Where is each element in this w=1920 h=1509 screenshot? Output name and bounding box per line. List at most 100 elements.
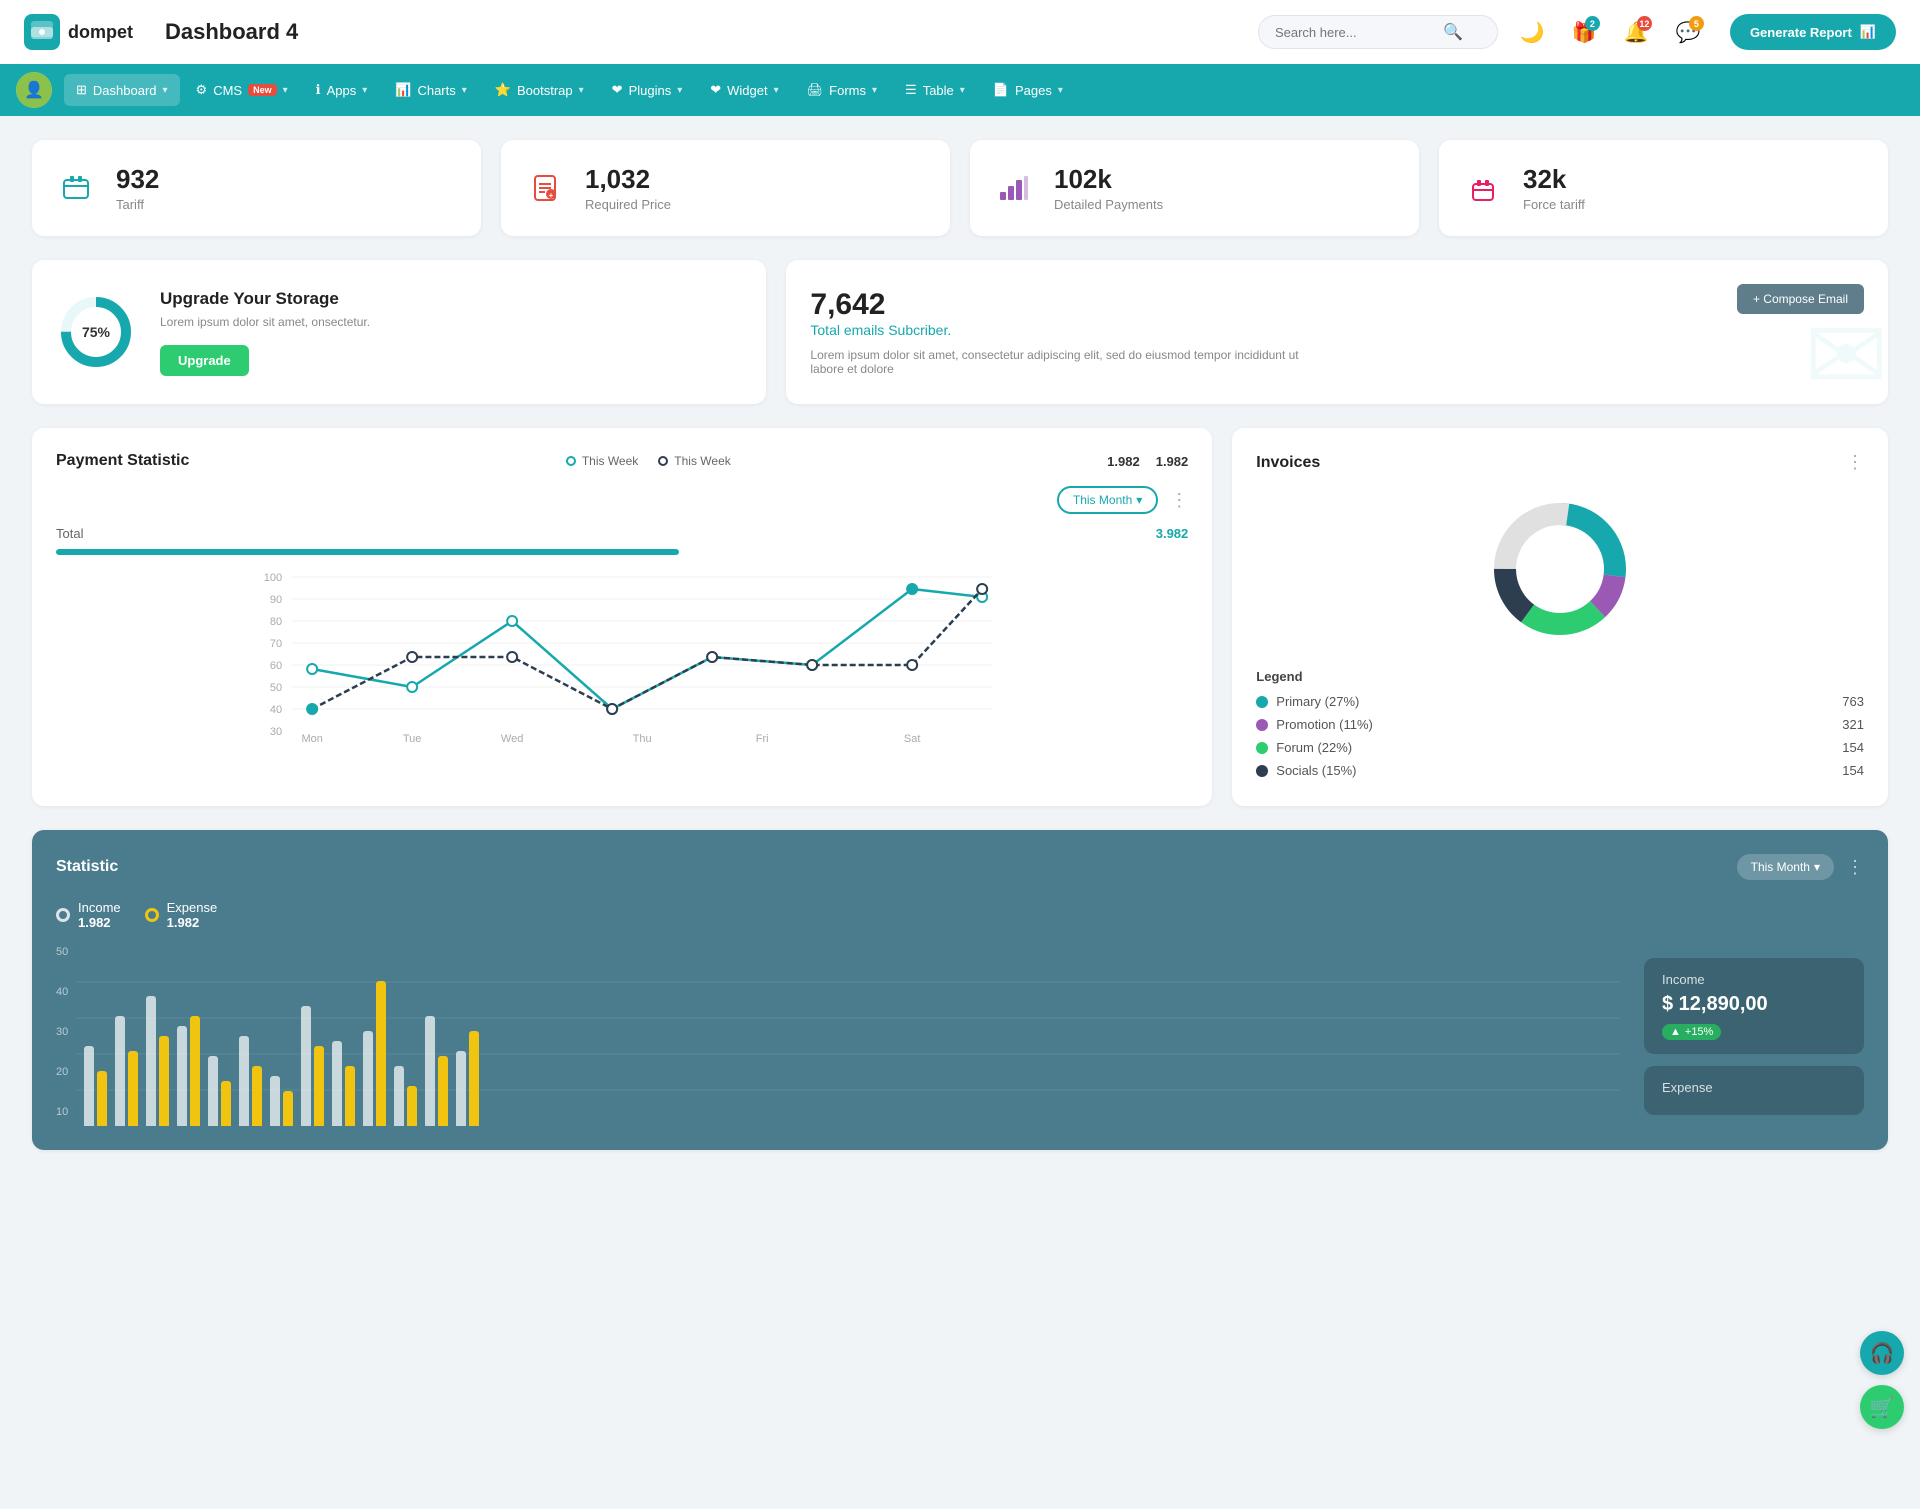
chat-icon-btn[interactable]: 💬 5 bbox=[1670, 14, 1706, 50]
bar-group-13 bbox=[456, 1031, 479, 1126]
bar-white-7 bbox=[270, 1076, 280, 1126]
storage-info: Upgrade Your Storage Lorem ipsum dolor s… bbox=[160, 289, 370, 376]
bar-white-5 bbox=[208, 1056, 218, 1126]
nav-apps-label: Apps bbox=[327, 83, 357, 98]
svg-text:90: 90 bbox=[270, 594, 282, 606]
gift-icon-btn[interactable]: 🎁 2 bbox=[1566, 14, 1602, 50]
bar-group-2 bbox=[115, 1016, 138, 1126]
bar-yellow-13 bbox=[469, 1031, 479, 1126]
svg-text:60: 60 bbox=[270, 660, 282, 672]
socials-label: Socials (15%) bbox=[1276, 763, 1356, 778]
bar-groups bbox=[76, 946, 1620, 1126]
row2-grid: 75% Upgrade Your Storage Lorem ipsum dol… bbox=[32, 260, 1888, 404]
svg-text:Wed: Wed bbox=[501, 733, 523, 745]
logo-name: dompet bbox=[68, 22, 133, 43]
bar-group-4 bbox=[177, 1016, 200, 1126]
more-options-icon[interactable]: ⋮ bbox=[1170, 490, 1188, 511]
stat-card-payments-info: 102k Detailed Payments bbox=[1054, 164, 1163, 212]
main-content: 932 Tariff + 1,032 Required Price bbox=[0, 116, 1920, 1174]
payment-statistic-card: Payment Statistic This Week This Week 1.… bbox=[32, 428, 1212, 806]
y-label-20: 20 bbox=[56, 1066, 68, 1078]
statistic-filter-label: This Month bbox=[1751, 860, 1810, 874]
bar-white-8 bbox=[301, 1006, 311, 1126]
income-box-value: $ 12,890,00 bbox=[1662, 993, 1846, 1016]
price-icon: + bbox=[521, 164, 569, 212]
nav-bootstrap-label: Bootstrap bbox=[517, 83, 573, 98]
y-label-30: 30 bbox=[56, 1026, 68, 1038]
stat-card-force-info: 32k Force tariff bbox=[1523, 164, 1585, 212]
stat-card-tariff-info: 932 Tariff bbox=[116, 164, 159, 212]
search-input[interactable] bbox=[1275, 25, 1435, 40]
legend1-value: 1.982 bbox=[1107, 454, 1140, 469]
stat-card-force: 32k Force tariff bbox=[1439, 140, 1888, 236]
stat-card-payments: 102k Detailed Payments bbox=[970, 140, 1419, 236]
bar-chart-area bbox=[76, 946, 1620, 1126]
nav-item-forms[interactable]: 🖨 Forms ▾ bbox=[795, 74, 889, 106]
nav-item-table[interactable]: ☰ Table ▾ bbox=[893, 74, 977, 106]
invoices-legend-title: Legend bbox=[1256, 669, 1864, 684]
email-description: Lorem ipsum dolor sit amet, consectetur … bbox=[810, 348, 1310, 376]
nav-item-pages[interactable]: 📄 Pages ▾ bbox=[981, 74, 1075, 106]
bar-yellow-11 bbox=[407, 1086, 417, 1126]
tariff-icon bbox=[52, 164, 100, 212]
invoices-legend-list: Primary (27%) 763 Promotion (11%) 321 Fo… bbox=[1256, 690, 1864, 782]
legend-dot-dark bbox=[658, 456, 668, 466]
nav-item-plugins[interactable]: ❤ Plugins ▾ bbox=[600, 74, 695, 106]
filter-chevron: ▾ bbox=[1136, 493, 1142, 507]
bar-group-5 bbox=[208, 1056, 231, 1126]
bar-chart-content bbox=[76, 946, 1620, 1126]
bar-yellow-9 bbox=[345, 1066, 355, 1126]
nav-dashboard-label: Dashboard bbox=[93, 83, 157, 98]
expense-label: Expense bbox=[167, 900, 218, 915]
bar-white-9 bbox=[332, 1041, 342, 1126]
this-month-filter[interactable]: This Month ▾ bbox=[1057, 486, 1158, 514]
nav-item-dashboard[interactable]: ⊞ Dashboard ▾ bbox=[64, 74, 180, 106]
nav-item-apps[interactable]: ℹ Apps ▾ bbox=[304, 74, 380, 106]
statistic-more-icon[interactable]: ⋮ bbox=[1846, 857, 1864, 878]
cart-float-button[interactable]: 🛒 bbox=[1860, 1385, 1904, 1429]
bar-white-6 bbox=[239, 1036, 249, 1126]
primary-color-dot bbox=[1256, 696, 1268, 708]
bar-white-2 bbox=[115, 1016, 125, 1126]
support-float-button[interactable]: 🎧 bbox=[1860, 1331, 1904, 1375]
nav-item-charts[interactable]: 📊 Charts ▾ bbox=[383, 74, 479, 106]
stat-cards-grid: 932 Tariff + 1,032 Required Price bbox=[32, 140, 1888, 236]
gift-badge: 2 bbox=[1585, 16, 1600, 31]
storage-title: Upgrade Your Storage bbox=[160, 289, 370, 309]
income-expense-boxes: Income $ 12,890,00 ▲ +15% Expense bbox=[1644, 946, 1864, 1126]
email-bg-icon: ✉ bbox=[1804, 297, 1888, 404]
charts-chevron: ▾ bbox=[462, 85, 467, 96]
nav-forms-label: Forms bbox=[829, 83, 866, 98]
table-icon: ☰ bbox=[905, 82, 917, 98]
filter-row: This Month ▾ ⋮ bbox=[56, 486, 1188, 514]
nav-item-cms[interactable]: ⚙ CMS New ▾ bbox=[184, 74, 300, 106]
nav-avatar: 👤 bbox=[16, 72, 52, 108]
cms-chevron: ▾ bbox=[283, 85, 288, 96]
moon-icon-btn[interactable]: 🌙 bbox=[1514, 14, 1550, 50]
bar-white-3 bbox=[146, 996, 156, 1126]
search-icon[interactable]: 🔍 bbox=[1443, 22, 1463, 42]
svg-text:Thu: Thu bbox=[633, 733, 652, 745]
stat-card-price-info: 1,032 Required Price bbox=[585, 164, 671, 212]
statistic-card: Statistic This Month ▾ ⋮ Income 1.982 bbox=[32, 830, 1888, 1150]
income-badge-arrow: ▲ bbox=[1670, 1026, 1681, 1038]
logo: dompet bbox=[24, 14, 133, 50]
forms-chevron: ▾ bbox=[872, 85, 877, 96]
bell-icon-btn[interactable]: 🔔 12 bbox=[1618, 14, 1654, 50]
nav-item-widget[interactable]: ❤ Widget ▾ bbox=[698, 74, 790, 106]
invoices-more-icon[interactable]: ⋮ bbox=[1846, 452, 1864, 473]
force-icon bbox=[1459, 164, 1507, 212]
svg-text:70: 70 bbox=[270, 638, 282, 650]
nav-cms-label: CMS bbox=[213, 83, 242, 98]
y-label-50: 50 bbox=[56, 946, 68, 958]
nav-item-bootstrap[interactable]: ⭐ Bootstrap ▾ bbox=[483, 74, 596, 106]
legend-forum: Forum (22%) 154 bbox=[1256, 736, 1864, 759]
statistic-month-filter[interactable]: This Month ▾ bbox=[1737, 854, 1834, 880]
expense-legend-item: Expense 1.982 bbox=[145, 900, 218, 930]
upgrade-button[interactable]: Upgrade bbox=[160, 345, 249, 376]
storage-description: Lorem ipsum dolor sit amet, onsectetur. bbox=[160, 315, 370, 329]
generate-report-button[interactable]: Generate Report 📊 bbox=[1730, 14, 1896, 50]
bar-yellow-10 bbox=[376, 981, 386, 1126]
legend-forum-left: Forum (22%) bbox=[1256, 740, 1352, 755]
bar-yellow-4 bbox=[190, 1016, 200, 1126]
